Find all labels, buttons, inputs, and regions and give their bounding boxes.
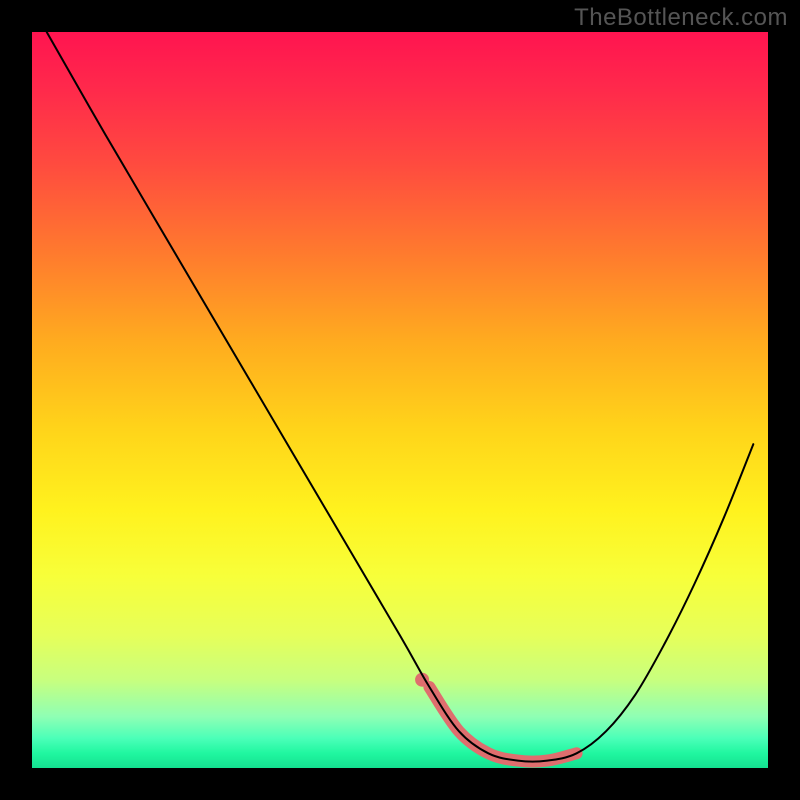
chart-svg: [32, 32, 768, 768]
bottleneck-curve: [47, 32, 754, 762]
plot-area: [32, 32, 768, 768]
chart-frame: TheBottleneck.com: [0, 0, 800, 800]
watermark-text: TheBottleneck.com: [574, 4, 788, 32]
highlight-band: [429, 687, 576, 762]
